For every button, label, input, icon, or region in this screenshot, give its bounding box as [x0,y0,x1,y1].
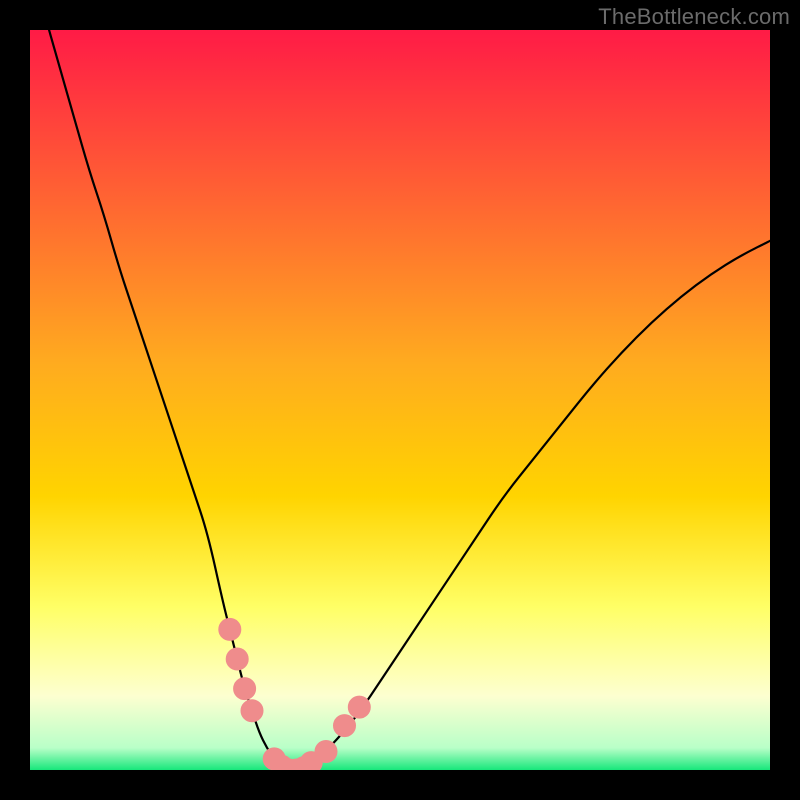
curve-marker [348,696,370,718]
curve-marker [234,678,256,700]
watermark-text: TheBottleneck.com [598,4,790,30]
chart-frame: { "watermark": "TheBottleneck.com", "col… [0,0,800,800]
curve-marker [226,648,248,670]
bottleneck-chart [0,0,800,800]
curve-marker [315,741,337,763]
plot-background [30,30,770,770]
curve-marker [334,715,356,737]
curve-marker [241,700,263,722]
curve-marker [219,618,241,640]
